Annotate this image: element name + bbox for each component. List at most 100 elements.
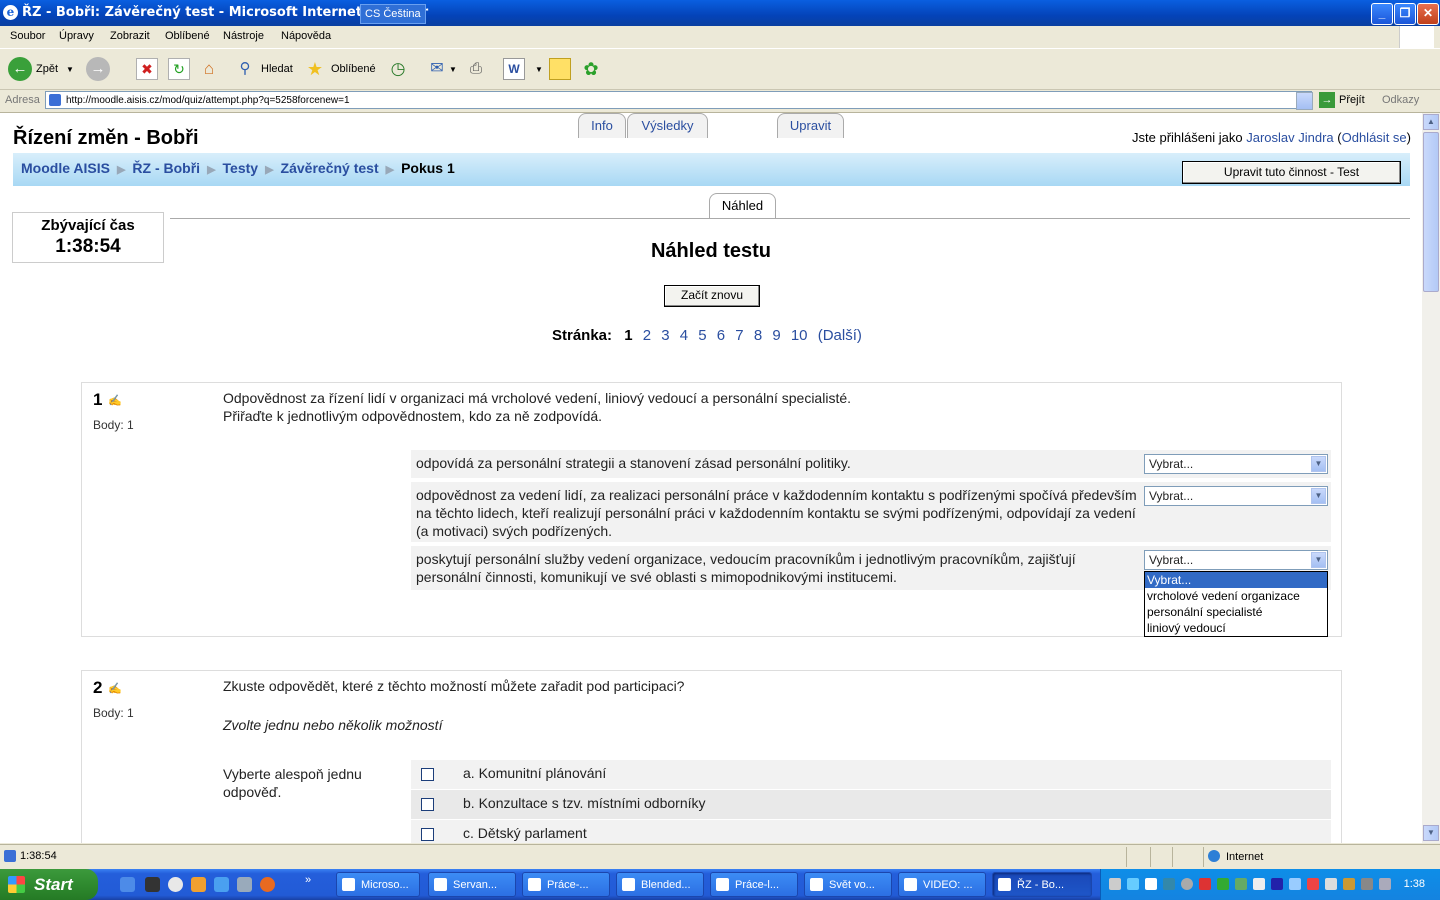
breadcrumb-moodle[interactable]: Moodle AISIS	[21, 160, 110, 176]
tray-icon[interactable]	[1217, 878, 1229, 890]
pencil-icon[interactable]: ✍	[108, 394, 122, 407]
edit-activity-button[interactable]: Upravit tuto činnost - Test	[1182, 161, 1401, 184]
tray-icon[interactable]	[1379, 878, 1391, 890]
language-bar[interactable]: CS Čeština	[360, 4, 426, 24]
match-select[interactable]: Vybrat... ▼	[1144, 454, 1328, 474]
dropdown-option[interactable]: liniový vedoucí	[1145, 620, 1327, 636]
page-link[interactable]: 10	[791, 327, 808, 344]
taskbar-item[interactable]: Svět vo...	[804, 872, 892, 897]
page-link[interactable]: 8	[754, 327, 762, 344]
edit-button[interactable]: W ▼	[503, 55, 543, 83]
scroll-thumb[interactable]	[1423, 132, 1439, 292]
menu-nastroje[interactable]: Nástroje	[223, 30, 264, 42]
favorites-button[interactable]: ★ Oblíbené	[305, 55, 376, 83]
page-link[interactable]: 6	[717, 327, 725, 344]
menu-zobrazit[interactable]: Zobrazit	[110, 30, 150, 42]
close-button[interactable]: ✕	[1417, 3, 1439, 25]
dropdown-option[interactable]: personální specialisté	[1145, 604, 1327, 620]
forward-button[interactable]: →	[86, 55, 110, 83]
maximize-button[interactable]: ❐	[1394, 3, 1416, 25]
tray-icon[interactable]	[1163, 878, 1175, 890]
tray-icon[interactable]	[1127, 878, 1139, 890]
tab-preview[interactable]: Náhled	[709, 193, 776, 219]
vertical-scrollbar[interactable]: ▲ ▼	[1422, 113, 1440, 843]
page-link[interactable]: 2	[643, 327, 651, 344]
tray-icon[interactable]	[1325, 878, 1337, 890]
taskbar-item[interactable]: Blended...	[616, 872, 704, 897]
tray-icon[interactable]	[1109, 878, 1121, 890]
mail-button[interactable]: ✉ ▼	[427, 55, 457, 83]
taskbar-item[interactable]: Práce-...	[522, 872, 610, 897]
page-link[interactable]: 9	[772, 327, 780, 344]
history-button[interactable]: ◷	[388, 55, 408, 83]
clock[interactable]: 1:38	[1404, 878, 1425, 890]
quicklaunch-icon[interactable]	[120, 877, 135, 892]
tray-icon[interactable]	[1181, 878, 1193, 890]
links-button[interactable]: Odkazy	[1382, 94, 1419, 106]
match-select[interactable]: Vybrat... ▼	[1144, 486, 1328, 506]
answer-checkbox[interactable]	[421, 828, 434, 841]
messenger-button[interactable]: ✿	[581, 55, 601, 83]
taskbar-item-active[interactable]: ŘZ - Bo...	[992, 872, 1092, 897]
quicklaunch-icon[interactable]	[145, 877, 160, 892]
tab-results[interactable]: Výsledky	[627, 113, 708, 138]
menu-upravy[interactable]: Úpravy	[59, 30, 94, 42]
tray-icon[interactable]	[1361, 878, 1373, 890]
back-button[interactable]: ← Zpět ▼	[8, 55, 74, 83]
menu-soubor[interactable]: Soubor	[10, 30, 45, 42]
page-link[interactable]: 4	[680, 327, 688, 344]
taskbar-item[interactable]: Servan...	[428, 872, 516, 897]
note-button[interactable]	[549, 55, 571, 83]
tray-icon[interactable]	[1235, 878, 1247, 890]
match-select[interactable]: Vybrat... ▼	[1144, 550, 1328, 570]
start-button[interactable]: Start	[0, 869, 98, 900]
tab-info[interactable]: Info	[578, 113, 626, 138]
answer-checkbox[interactable]	[421, 798, 434, 811]
breadcrumb-tests[interactable]: Testy	[223, 160, 259, 176]
breadcrumb-course[interactable]: ŘZ - Bobři	[132, 160, 200, 176]
minimize-button[interactable]: _	[1371, 3, 1393, 25]
print-button[interactable]: ⎙	[466, 55, 486, 83]
user-link[interactable]: Jaroslav Jindra	[1246, 130, 1333, 145]
tray-icon[interactable]	[1271, 878, 1283, 890]
scroll-down-icon[interactable]: ▼	[1423, 825, 1439, 841]
scroll-up-icon[interactable]: ▲	[1423, 114, 1439, 130]
search-button[interactable]: ⚲ Hledat	[235, 55, 293, 83]
go-button[interactable]: → Přejít	[1319, 92, 1365, 108]
quicklaunch-more-icon[interactable]: »	[305, 874, 311, 886]
quicklaunch-icon[interactable]	[168, 877, 183, 892]
tray-icon[interactable]	[1253, 878, 1265, 890]
stop-button[interactable]: ✖	[136, 55, 158, 83]
address-input[interactable]: http://moodle.aisis.cz/mod/quiz/attempt.…	[45, 91, 1312, 109]
tray-icon[interactable]	[1199, 878, 1211, 890]
restart-button[interactable]: Začít znovu	[664, 285, 760, 307]
logout-link[interactable]: Odhlásit se	[1342, 130, 1407, 145]
taskbar-item[interactable]: VIDEO: ...	[898, 872, 986, 897]
tray-icon[interactable]	[1343, 878, 1355, 890]
taskbar-item[interactable]: Práce-l...	[710, 872, 798, 897]
tray-icon[interactable]	[1307, 878, 1319, 890]
page-link[interactable]: 5	[698, 327, 706, 344]
address-dropdown-button[interactable]	[1296, 92, 1313, 110]
home-button[interactable]: ⌂	[199, 55, 219, 83]
pencil-icon[interactable]: ✍	[108, 682, 122, 695]
breadcrumb-quiz[interactable]: Závěrečný test	[281, 160, 379, 176]
quicklaunch-icon[interactable]	[191, 877, 206, 892]
menu-oblibene[interactable]: Oblíbené	[165, 30, 210, 42]
quicklaunch-icon[interactable]	[237, 877, 252, 892]
menu-napoveda[interactable]: Nápověda	[281, 30, 331, 42]
dropdown-option[interactable]: vrcholové vedení organizace	[1145, 588, 1327, 604]
tray-icon[interactable]	[1145, 878, 1157, 890]
search-label: Hledat	[261, 63, 293, 75]
tray-icon[interactable]	[1289, 878, 1301, 890]
page-link[interactable]: 3	[661, 327, 669, 344]
page-next-link[interactable]: (Další)	[818, 327, 862, 344]
tab-edit[interactable]: Upravit	[777, 113, 844, 138]
firefox-icon[interactable]	[260, 877, 275, 892]
page-link[interactable]: 7	[735, 327, 743, 344]
dropdown-option[interactable]: Vybrat...	[1145, 572, 1327, 588]
ie-quicklaunch-icon[interactable]	[214, 877, 229, 892]
taskbar-item[interactable]: Microso...	[336, 872, 420, 897]
refresh-button[interactable]: ↻	[168, 55, 190, 83]
answer-checkbox[interactable]	[421, 768, 434, 781]
